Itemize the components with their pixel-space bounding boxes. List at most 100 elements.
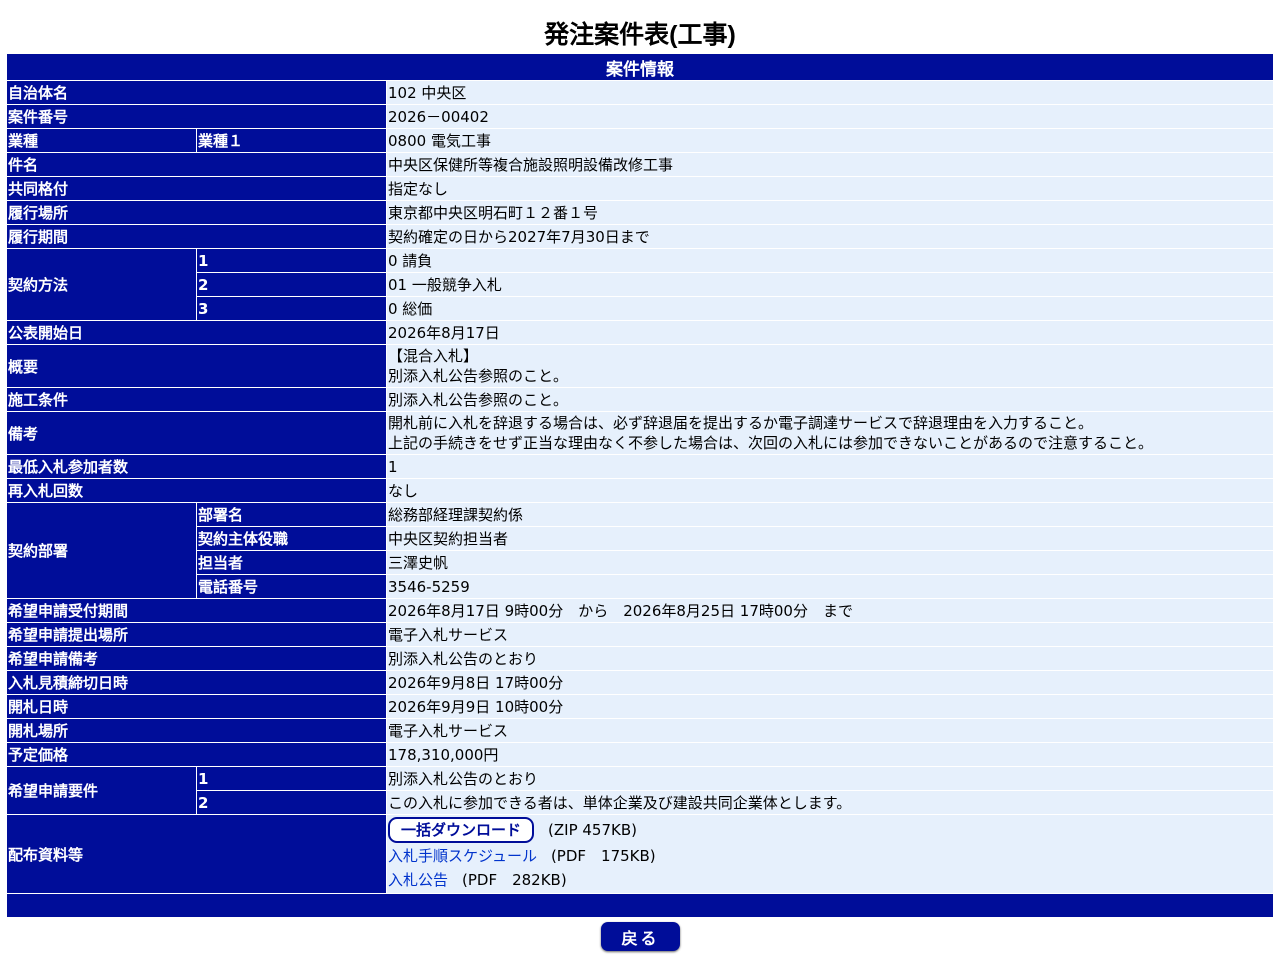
field-value: 2026年9月9日 10時00分 [387, 695, 1273, 718]
field-label: 入札見積締切日時 [7, 671, 386, 694]
row-min-bidders: 最低入札参加者数 1 [7, 455, 1273, 478]
row-department-4: 電話番号 3546-5259 [7, 575, 1273, 598]
field-label: 業種 [7, 129, 196, 152]
field-value: 0800 電気工事 [387, 129, 1273, 152]
field-value: なし [387, 479, 1273, 502]
remarks-line: 上記の手続きをせず正当な理由なく不参した場合は、次回の入札には参加できないことが… [388, 434, 1154, 452]
row-location: 履行場所 東京都中央区明石町１２番１号 [7, 201, 1273, 224]
field-value: 2026年8月17日 [387, 321, 1273, 344]
field-value: 開札前に入札を辞退する場合は、必ず辞退届を提出するか電子調達サービスで辞退理由を… [387, 412, 1273, 454]
field-label: 概要 [7, 345, 386, 387]
field-label: 希望申請受付期間 [7, 599, 386, 622]
row-requirements-1: 希望申請要件 1 別添入札公告のとおり [7, 767, 1273, 814]
row-opening-place: 開札場所 電子入札サービス [7, 719, 1273, 742]
bulk-download-button[interactable]: 一括ダウンロード [388, 817, 535, 843]
distribution-list: 一括ダウンロード (ZIP 457KB) 入札手順スケジュール (PDF 175KB… [387, 815, 1273, 893]
field-sublabel: 3 [197, 297, 386, 320]
field-label: 案件番号 [7, 105, 386, 128]
field-sublabel: 業種１ [197, 129, 386, 152]
field-value: 0 請負 [387, 249, 1273, 272]
field-value: 178,310,000円 [387, 743, 1273, 766]
row-estimate-deadline: 入札見積締切日時 2026年9月8日 17時00分 [7, 671, 1273, 694]
section-header: 案件情報 [7, 54, 1273, 80]
field-value: 【混合入札】 別添入札公告参照のこと。 [387, 345, 1273, 387]
field-label: 開札場所 [7, 719, 386, 742]
field-label: 共同格付 [7, 177, 386, 200]
field-sublabel: 1 [197, 767, 386, 790]
field-sublabel: 2 [197, 791, 386, 814]
field-value: 2026年8月17日 9時00分 から 2026年8月25日 17時00分 まで [387, 599, 1273, 622]
field-label: 最低入札参加者数 [7, 455, 386, 478]
case-info-table: 案件情報 自治体名 102 中央区 案件番号 2026－00402 業種 業種１… [6, 53, 1274, 918]
field-value: 2026年9月8日 17時00分 [387, 671, 1273, 694]
field-value: 契約確定の日から2027年7月30日まで [387, 225, 1273, 248]
field-value: 電子入札サービス [387, 623, 1273, 646]
row-industry: 業種 業種１ 0800 電気工事 [7, 129, 1273, 152]
row-case-number: 案件番号 2026－00402 [7, 105, 1273, 128]
row-opening-datetime: 開札日時 2026年9月9日 10時00分 [7, 695, 1273, 718]
field-label: 公表開始日 [7, 321, 386, 344]
file-meta: (PDF 175KB) [550, 847, 656, 865]
field-label: 開札日時 [7, 695, 386, 718]
row-contract-method-3: 3 0 総価 [7, 297, 1273, 320]
field-label: 希望申請備考 [7, 647, 386, 670]
summary-line: 【混合入札】 [388, 347, 479, 365]
field-label: 契約部署 [7, 503, 196, 598]
field-label: 契約方法 [7, 249, 196, 320]
field-label: 予定価格 [7, 743, 386, 766]
field-label: 自治体名 [7, 81, 386, 104]
row-conditions: 施工条件 別添入札公告参照のこと。 [7, 388, 1273, 411]
field-label: 備考 [7, 412, 386, 454]
row-application-place: 希望申請提出場所 電子入札サービス [7, 623, 1273, 646]
remarks-line: 開札前に入札を辞退する場合は、必ず辞退届を提出するか電子調達サービスで辞退理由を… [388, 414, 1094, 432]
row-period: 履行期間 契約確定の日から2027年7月30日まで [7, 225, 1273, 248]
field-label: 再入札回数 [7, 479, 386, 502]
field-sublabel: 担当者 [197, 551, 386, 574]
file-meta: (PDF 282KB) [462, 871, 567, 889]
page-title: 発注案件表(工事) [544, 21, 736, 49]
field-value: 中央区契約担当者 [387, 527, 1273, 550]
field-sublabel: 1 [197, 249, 386, 272]
field-label: 希望申請要件 [7, 767, 196, 814]
field-value: 別添入札公告のとおり [387, 767, 1273, 790]
field-value: 別添入札公告参照のこと。 [387, 388, 1273, 411]
field-value: 2026－00402 [387, 105, 1273, 128]
row-application-remarks: 希望申請備考 別添入札公告のとおり [7, 647, 1273, 670]
field-value: 3546-5259 [387, 575, 1273, 598]
field-sublabel: 部署名 [197, 503, 386, 526]
back-button[interactable]: 戻る [601, 922, 680, 951]
file-link-notice[interactable]: 入札公告 [388, 871, 448, 889]
field-value: 別添入札公告のとおり [387, 647, 1273, 670]
field-value: 指定なし [387, 177, 1273, 200]
row-joint-rating: 共同格付 指定なし [7, 177, 1273, 200]
field-label: 希望申請提出場所 [7, 623, 386, 646]
row-remarks: 備考 開札前に入札を辞退する場合は、必ず辞退届を提出するか電子調達サービスで辞退… [7, 412, 1273, 454]
field-label: 件名 [7, 153, 386, 176]
summary-line: 別添入札公告参照のこと。 [388, 367, 569, 385]
row-distribution: 配布資料等 一括ダウンロード (ZIP 457KB) 入札手順スケジュール (PDF… [7, 815, 1273, 893]
row-department-3: 担当者 三澤史帆 [7, 551, 1273, 574]
field-sublabel: 電話番号 [197, 575, 386, 598]
field-label: 配布資料等 [7, 815, 386, 893]
file-meta: (ZIP 457KB) [548, 821, 637, 839]
field-value: 1 [387, 455, 1273, 478]
field-value: 電子入札サービス [387, 719, 1273, 742]
field-label: 施工条件 [7, 388, 386, 411]
row-planned-price: 予定価格 178,310,000円 [7, 743, 1273, 766]
row-department-2: 契約主体役職 中央区契約担当者 [7, 527, 1273, 550]
row-requirements-2: 2 この入札に参加できる者は、単体企業及び建設共同企業体とします。 [7, 791, 1273, 814]
row-department-1: 契約部署 部署名 総務部経理課契約係 [7, 503, 1273, 598]
file-link-schedule[interactable]: 入札手順スケジュール [388, 847, 537, 865]
field-value: 総務部経理課契約係 [387, 503, 1273, 526]
field-value: 0 総価 [387, 297, 1273, 320]
row-contract-method-1: 契約方法 1 0 請負 [7, 249, 1273, 320]
field-value: 東京都中央区明石町１２番１号 [387, 201, 1273, 224]
row-application-period: 希望申請受付期間 2026年8月17日 9時00分 から 2026年8月25日 … [7, 599, 1273, 622]
field-sublabel: 契約主体役職 [197, 527, 386, 550]
table-footer-bar [7, 894, 1273, 917]
field-value: 01 一般競争入札 [387, 273, 1273, 296]
field-label: 履行場所 [7, 201, 386, 224]
field-value: この入札に参加できる者は、単体企業及び建設共同企業体とします。 [387, 791, 1273, 814]
row-contract-method-2: 2 01 一般競争入札 [7, 273, 1273, 296]
row-summary: 概要 【混合入札】 別添入札公告参照のこと。 [7, 345, 1273, 387]
